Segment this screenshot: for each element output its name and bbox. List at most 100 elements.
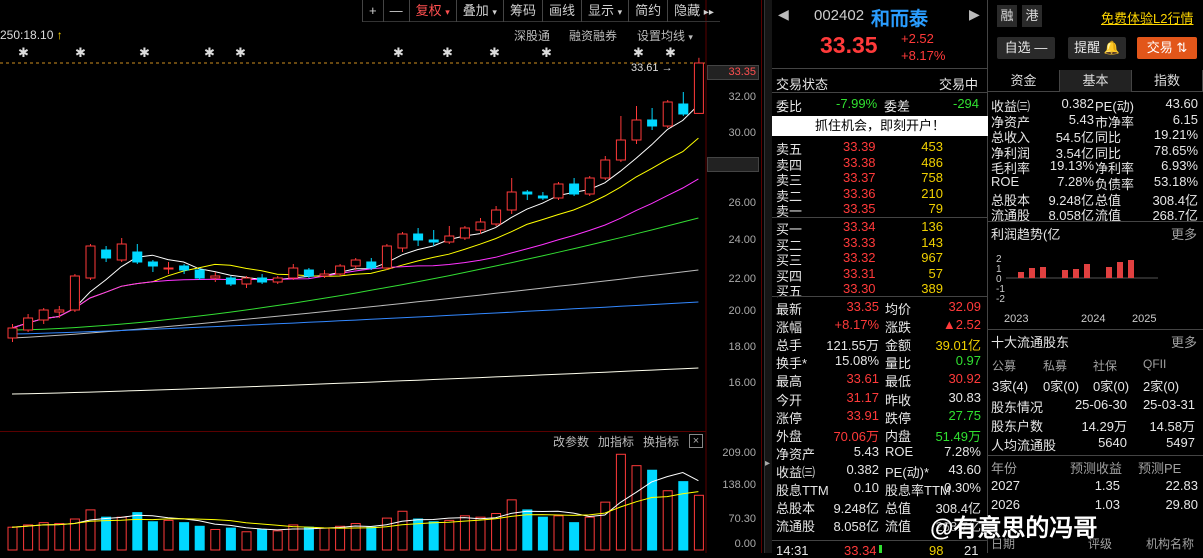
star-marker-icon: ✱ [442, 45, 453, 60]
chouma-button[interactable]: 筹码 [502, 0, 542, 22]
volume-bar [600, 501, 611, 551]
price-tick: 32.00 [728, 91, 756, 103]
double-arrow-icon: ▸▸ [703, 7, 714, 18]
stat-value: 70.06万 [833, 428, 879, 444]
star-marker-icon: ✱ [235, 45, 246, 60]
candle-body [647, 119, 658, 127]
open-account-banner[interactable]: 抓住机会，即刻开户！ [772, 116, 988, 136]
shen-gang-tong-link[interactable]: 深股通 [514, 27, 550, 44]
candle-body [179, 265, 190, 271]
yincang-button[interactable]: 隐藏 ▸▸ [667, 0, 720, 22]
candle-body [615, 139, 626, 161]
candle-body [350, 259, 361, 267]
diejia-button[interactable]: 叠加 ▾ [455, 0, 503, 22]
order-price[interactable]: 33.37 [843, 170, 876, 185]
kline-svg[interactable] [0, 0, 762, 553]
add-watchlist-button[interactable]: 自选 — [997, 37, 1055, 59]
order-price[interactable]: 33.35 [843, 201, 876, 216]
fuquan-button[interactable]: 复权 ▾ [408, 0, 456, 22]
finance-panel: 融 港 免费体验L2行情 自选 — 提醒 🔔 交易 ⇅ 资金 基本 指数 收益㈢… [988, 0, 1203, 553]
huaxian-button[interactable]: 画线 [541, 0, 581, 22]
candle-body [459, 227, 470, 239]
kline-chart-panel[interactable]: + — 复权 ▾ 叠加 ▾ 筹码 画线 显示 ▾ 简约 隐藏 ▸▸ 250:18… [0, 0, 762, 553]
ma10-line [11, 137, 699, 329]
profit-year-label: 2024 [1081, 313, 1105, 325]
stat-value: 39.01亿 [935, 338, 981, 354]
xianshi-button[interactable]: 显示 ▾ [580, 0, 628, 22]
close-icon[interactable]: × [689, 434, 703, 448]
order-price[interactable]: 33.36 [843, 186, 876, 201]
fin-label: ROE [991, 174, 1020, 189]
volume-tick: 209.00 [722, 447, 756, 459]
volume-bar [693, 494, 704, 551]
rongzi-link[interactable]: 融资融券 [569, 27, 617, 44]
order-price[interactable]: 33.39 [843, 139, 876, 154]
weibi-label: 委比 [776, 99, 803, 114]
panel-splitter[interactable]: ▸ [764, 0, 772, 553]
tab-jiben[interactable]: 基本 [1060, 70, 1132, 92]
prev-stock-icon[interactable]: ◀ [778, 6, 789, 23]
zoom-in-button[interactable]: + [362, 0, 383, 22]
alert-label: 提醒 [1074, 40, 1101, 55]
order-price[interactable]: 33.34 [843, 219, 876, 234]
order-price[interactable]: 33.32 [843, 250, 876, 265]
stat-value: 0.30% [944, 480, 981, 495]
candle-body [584, 177, 595, 195]
order-price[interactable]: 33.33 [843, 235, 876, 250]
order-volume: 389 [921, 281, 943, 297]
forecast-head: 年份 [991, 461, 1018, 476]
candle-body [600, 159, 611, 179]
holder-type-head: 社保 [1093, 359, 1118, 373]
candle-body [428, 239, 439, 243]
candle-body [381, 245, 392, 269]
switch-indicator-button[interactable]: 换指标 [643, 433, 679, 450]
volume-bar [303, 526, 314, 551]
tab-zijin[interactable]: 资金 [988, 70, 1060, 92]
volume-bar [584, 516, 595, 551]
add-indicator-button[interactable]: 加指标 [598, 433, 634, 450]
order-price[interactable]: 33.31 [843, 266, 876, 281]
trade-button[interactable]: 交易 ⇅ [1137, 37, 1197, 59]
xianshi-label: 显示 [587, 3, 614, 18]
tab-zhishu[interactable]: 指数 [1132, 70, 1203, 92]
stat-value: ▲2.52 [942, 317, 981, 333]
chevron-down-icon: ▾ [688, 32, 693, 42]
order-volume: 136 [921, 219, 943, 234]
stat-value: 30.92 [948, 371, 981, 387]
weicha-value: -294 [953, 96, 980, 111]
set-ma-button[interactable]: 设置均线 ▾ [637, 27, 693, 44]
forecast-foot: 机构名称 [1146, 537, 1195, 551]
zoom-out-button[interactable]: — [382, 0, 409, 22]
star-marker-icon: ✱ [489, 45, 500, 60]
status-value: 交易中 [939, 77, 979, 92]
stat-value: 32.09 [948, 299, 981, 314]
candle-body [147, 261, 158, 267]
jianyue-button[interactable]: 简约 [628, 0, 667, 22]
l2-trial-link[interactable]: 免费体验L2行情 [1101, 8, 1193, 27]
order-price[interactable]: 33.38 [843, 155, 876, 170]
rong-badge[interactable]: 融 [997, 5, 1017, 27]
profit-bar [1040, 267, 1046, 278]
stat-value: 51.49万 [935, 428, 981, 444]
holder-type-head: 私募 [1043, 359, 1068, 373]
order-price[interactable]: 33.30 [843, 281, 876, 296]
gang-badge[interactable]: 港 [1022, 5, 1042, 27]
chevron-down-icon: ▾ [492, 7, 497, 17]
volume-bar [366, 526, 377, 551]
holder-row-value: 14.29万 [1081, 419, 1127, 434]
volume-bar [225, 527, 236, 551]
volume-bar [257, 528, 268, 551]
holders-more-link[interactable]: 更多 [1171, 332, 1197, 351]
profit-more-link[interactable]: 更多 [1171, 224, 1197, 243]
volume-bar [194, 525, 205, 551]
next-stock-icon[interactable]: ▶ [969, 6, 980, 23]
candle-body [272, 277, 283, 283]
forecast-cell: 22.83 [1165, 478, 1198, 493]
ma-trend-line [11, 269, 699, 339]
alert-button[interactable]: 提醒 🔔 [1068, 37, 1126, 59]
fin-value: 53.18% [1153, 174, 1198, 189]
panel-divider [0, 431, 706, 432]
adjust-params-button[interactable]: 改参数 [553, 433, 589, 450]
stock-name[interactable]: 和而泰 [871, 4, 928, 31]
volume-bar [319, 527, 330, 551]
